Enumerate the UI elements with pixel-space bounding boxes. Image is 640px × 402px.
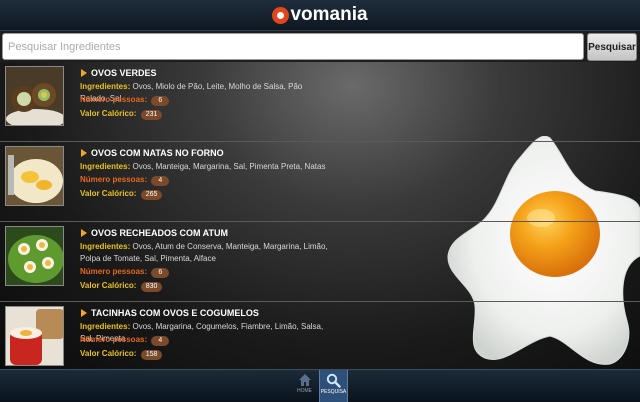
- search-icon: [326, 373, 341, 388]
- tab-label: HOME: [297, 388, 312, 394]
- recipe-thumbnail[interactable]: [5, 146, 64, 206]
- people-badge: 4: [151, 176, 170, 186]
- people-row: Número pessoas: 6: [80, 267, 170, 278]
- people-badge: 4: [151, 336, 170, 346]
- calories-badge: 265: [140, 190, 163, 200]
- people-badge: 6: [151, 96, 170, 106]
- results-panel[interactable]: OVOS VERDES Ingredientes: Ovos, Miolo de…: [0, 62, 640, 369]
- recipe-title[interactable]: OVOS RECHEADOS COM ATUM: [81, 228, 228, 238]
- search-input[interactable]: [2, 33, 584, 60]
- people-row: Número pessoas: 6: [80, 95, 170, 106]
- logo-egg-icon: [272, 6, 290, 24]
- recipe-thumbnail[interactable]: [5, 306, 64, 366]
- play-arrow-icon: [81, 69, 87, 77]
- tab-label: PESQUISA: [320, 389, 347, 395]
- recipe-title[interactable]: TACINHAS COM OVOS E COGUMELOS: [81, 308, 259, 318]
- calories-row: Valor Calórico: 830: [80, 281, 163, 292]
- logo-text: vomania: [290, 4, 368, 25]
- app-header: vomania: [0, 0, 640, 31]
- calories-badge: 830: [140, 282, 163, 292]
- calories-badge: 158: [140, 350, 163, 360]
- app-logo: vomania: [272, 4, 368, 26]
- people-row: Número pessoas: 4: [80, 175, 170, 186]
- tab-home[interactable]: HOME: [290, 370, 319, 402]
- recipe-ingredients: Ingredientes: Ovos, Atum de Conserva, Ma…: [80, 242, 328, 263]
- calories-row: Valor Calórico: 231: [80, 109, 163, 120]
- play-arrow-icon: [81, 229, 87, 237]
- people-row: Número pessoas: 4: [80, 335, 170, 346]
- recipe-title[interactable]: OVOS COM NATAS NO FORNO: [81, 148, 224, 158]
- search-bar: Pesquisar: [0, 31, 640, 62]
- recipe-ingredients: Ingredientes: Ovos, Manteiga, Margarina,…: [80, 162, 326, 171]
- people-badge: 6: [151, 268, 170, 278]
- recipe-item[interactable]: TACINHAS COM OVOS E COGUMELOS Ingredient…: [0, 302, 640, 369]
- recipe-thumbnail[interactable]: [5, 66, 64, 126]
- recipe-item[interactable]: OVOS COM NATAS NO FORNO Ingredientes: Ov…: [0, 142, 640, 222]
- recipe-title[interactable]: OVOS VERDES: [81, 68, 157, 78]
- bottom-tab-bar: HOME PESQUISA: [0, 369, 640, 402]
- home-icon: [298, 374, 311, 386]
- search-button[interactable]: Pesquisar: [587, 33, 637, 61]
- play-arrow-icon: [81, 149, 87, 157]
- recipe-thumbnail[interactable]: [5, 226, 64, 286]
- calories-row: Valor Calórico: 265: [80, 189, 163, 200]
- recipe-list: OVOS VERDES Ingredientes: Ovos, Miolo de…: [0, 62, 640, 369]
- recipe-item[interactable]: OVOS VERDES Ingredientes: Ovos, Miolo de…: [0, 62, 640, 142]
- calories-badge: 231: [140, 110, 163, 120]
- play-arrow-icon: [81, 309, 87, 317]
- recipe-item[interactable]: OVOS RECHEADOS COM ATUM Ingredientes: Ov…: [0, 222, 640, 302]
- calories-row: Valor Calórico: 158: [80, 349, 163, 360]
- tab-pesquisa[interactable]: PESQUISA: [319, 370, 348, 402]
